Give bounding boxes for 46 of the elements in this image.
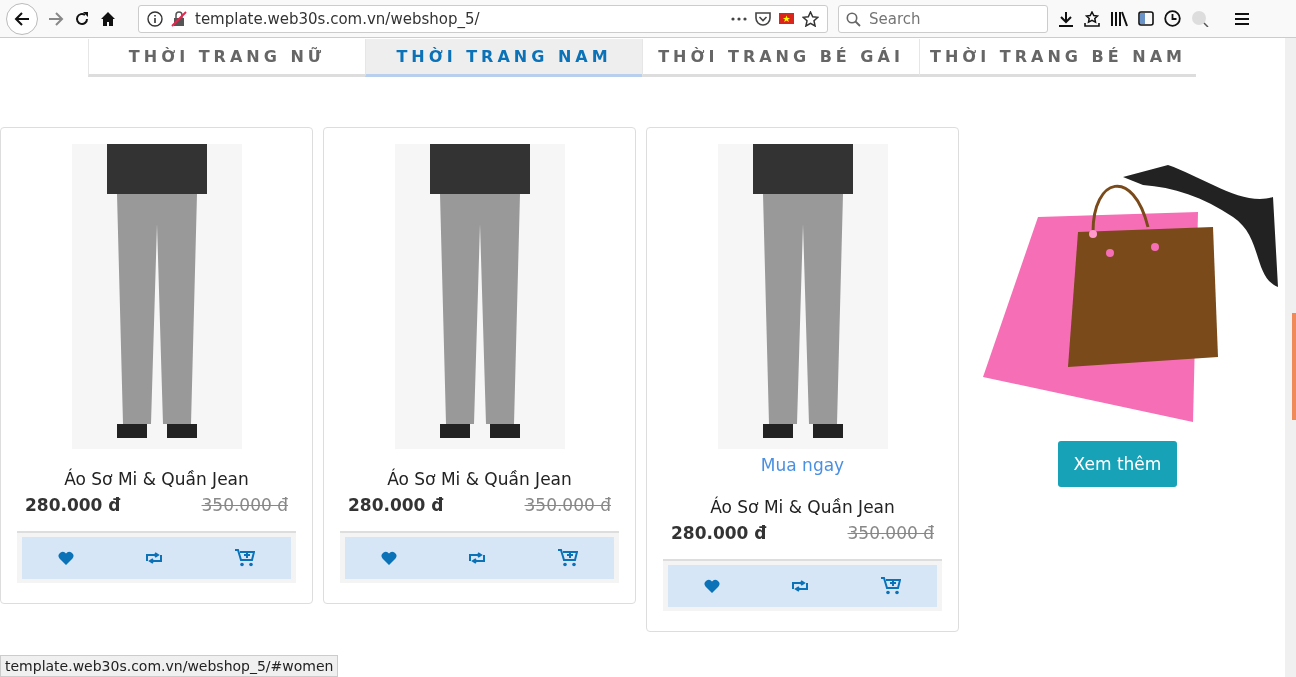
reload-icon[interactable] <box>74 10 90 27</box>
sale-price: 280.000 đ <box>348 495 444 515</box>
more-icon[interactable] <box>731 16 747 21</box>
forward-icon[interactable] <box>48 10 64 27</box>
info-icon[interactable] <box>147 10 163 27</box>
star-icon[interactable] <box>802 10 819 27</box>
product-title[interactable]: Áo Sơ Mi & Quần Jean <box>710 497 895 517</box>
back-arrow-icon <box>14 10 30 27</box>
cart-plus-icon[interactable] <box>881 577 902 595</box>
view-more-button[interactable]: Xem thêm <box>1057 441 1178 487</box>
heart-icon[interactable] <box>57 551 74 565</box>
scrollbar[interactable] <box>1285 38 1296 677</box>
url-text: template.web30s.com.vn/webshop_5/ <box>195 9 481 28</box>
insecure-lock-icon[interactable] <box>171 10 187 27</box>
original-price: 350.000 đ <box>847 523 934 543</box>
category-tab[interactable]: THỜI TRANG BÉ GÁI <box>642 39 919 77</box>
cart-plus-icon[interactable] <box>235 549 256 567</box>
original-price: 350.000 đ <box>524 495 611 515</box>
sale-price: 280.000 đ <box>671 523 767 543</box>
home-icon[interactable] <box>100 10 116 27</box>
category-tab[interactable]: THỜI TRANG BÉ NAM <box>919 39 1196 77</box>
sale-price: 280.000 đ <box>25 495 121 515</box>
product-title[interactable]: Áo Sơ Mi & Quần Jean <box>387 469 572 489</box>
flag-icon <box>779 13 794 24</box>
menu-icon[interactable] <box>1235 12 1249 25</box>
library-icon[interactable] <box>1110 10 1128 27</box>
status-bar: template.web30s.com.vn/webshop_5/#women <box>0 655 339 677</box>
download-icon[interactable] <box>1058 10 1074 27</box>
original-price: 350.000 đ <box>201 495 288 515</box>
category-tab[interactable]: THỜI TRANG NỮ <box>88 39 365 77</box>
search-field[interactable]: Search <box>838 4 1048 33</box>
heart-icon[interactable] <box>703 579 720 593</box>
repeat-icon[interactable] <box>145 552 164 564</box>
product-title[interactable]: Áo Sơ Mi & Quần Jean <box>64 469 249 489</box>
cart-plus-icon[interactable] <box>558 549 579 567</box>
repeat-icon[interactable] <box>468 552 487 564</box>
buy-now-link[interactable]: Mua ngay <box>760 455 845 475</box>
sidebar-icon[interactable] <box>1138 11 1154 26</box>
clock-icon[interactable] <box>1164 10 1181 27</box>
category-tab[interactable]: THỜI TRANG NAM <box>365 39 642 77</box>
heart-icon[interactable] <box>380 551 397 565</box>
pocket-icon[interactable] <box>755 11 771 26</box>
repeat-icon[interactable] <box>791 580 810 592</box>
address-bar[interactable]: template.web30s.com.vn/webshop_5/ <box>138 4 828 33</box>
bookmark-star-icon[interactable] <box>1084 10 1100 27</box>
back-button[interactable] <box>6 2 38 35</box>
